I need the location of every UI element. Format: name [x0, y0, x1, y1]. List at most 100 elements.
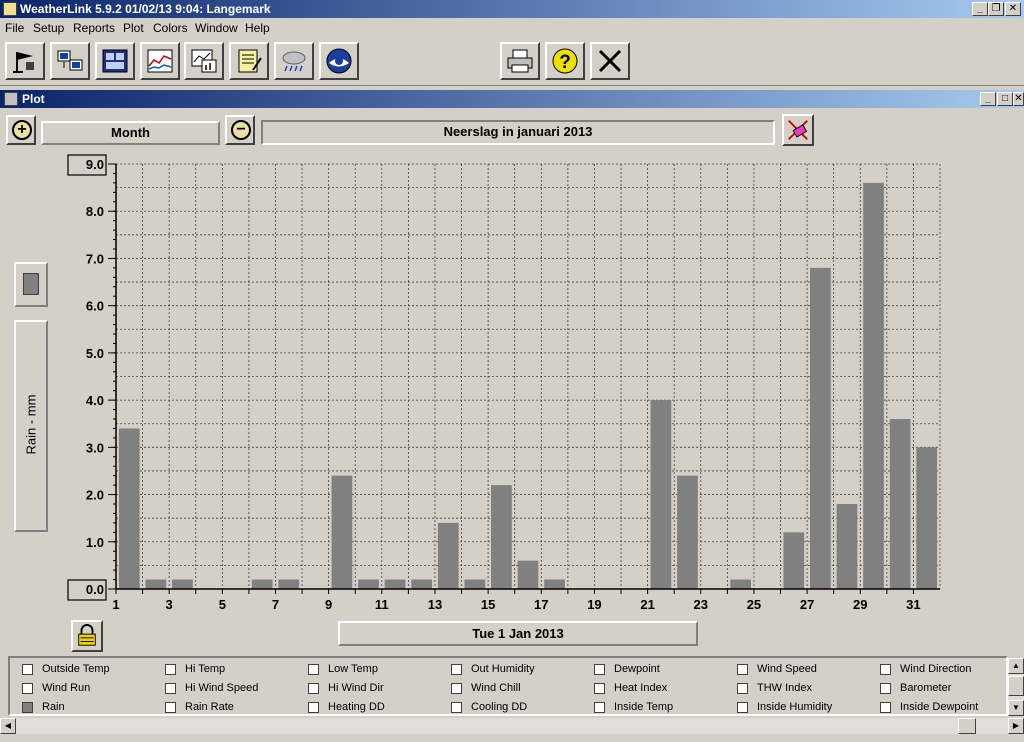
rain-bar-day-15 — [491, 485, 512, 589]
zoom-in-button[interactable]: + — [6, 115, 36, 145]
menu-help[interactable]: Help — [245, 21, 270, 35]
station-button[interactable] — [5, 42, 45, 80]
minimize-icon[interactable]: _ — [972, 2, 988, 16]
plot-maximize-icon[interactable]: □ — [997, 92, 1013, 106]
svg-text:?: ? — [559, 52, 571, 73]
series-checkbox-label: Cooling DD — [471, 701, 528, 713]
series-checkbox[interactable] — [165, 702, 176, 713]
notes-button[interactable] — [229, 42, 269, 80]
eraser-button[interactable] — [782, 114, 814, 146]
plot-minimize-icon[interactable]: _ — [980, 92, 996, 106]
scroll-h-thumb[interactable] — [958, 718, 976, 734]
close-icon — [598, 49, 622, 73]
station-icon — [13, 52, 34, 73]
x-tick-label: 27 — [800, 597, 814, 612]
y-tick-label: 4.0 — [86, 393, 104, 408]
rain-bar-day-26 — [783, 532, 805, 589]
menu-file[interactable]: File — [5, 21, 24, 35]
plot-title[interactable]: Neerslag in januari 2013 — [261, 120, 775, 145]
weather-icon — [282, 51, 306, 72]
zoom-out-icon: − — [231, 120, 251, 140]
menu-colors[interactable]: Colors — [153, 21, 188, 35]
bulletin-button[interactable] — [95, 42, 135, 80]
series-checkbox-label: Heat Index — [614, 682, 668, 694]
series-checkbox[interactable] — [451, 664, 462, 675]
horizontal-scrollbar[interactable]: ◀ ▶ — [0, 718, 1024, 734]
rain-bar-day-10 — [358, 579, 379, 589]
series-checkbox-label: Wind Chill — [471, 682, 521, 694]
series-checkbox[interactable] — [308, 664, 319, 675]
close-window-icon[interactable]: ✕ — [1005, 2, 1021, 16]
x-tick-label: 21 — [640, 597, 654, 612]
series-checkbox[interactable] — [308, 702, 319, 713]
menu-window[interactable]: Window — [195, 21, 238, 35]
strip-chart-button[interactable] — [140, 42, 180, 80]
series-checkbox-label: Inside Dewpoint — [900, 701, 979, 713]
lock-icon — [78, 624, 96, 646]
series-checkbox[interactable] — [880, 683, 891, 694]
series-checkbox[interactable] — [308, 683, 319, 694]
series-checkbox-label: Hi Wind Speed — [185, 682, 259, 694]
series-checkbox[interactable] — [737, 702, 748, 713]
y-scale-button[interactable] — [14, 262, 48, 307]
scroll-down-icon[interactable]: ▼ — [1008, 700, 1024, 716]
y-axis-label-box[interactable]: Rain - mm — [14, 320, 48, 532]
series-checkbox-label: Outside Temp — [42, 663, 110, 675]
date-label[interactable]: Tue 1 Jan 2013 — [338, 621, 698, 646]
eraser-icon — [788, 120, 808, 140]
series-checkbox[interactable] — [451, 683, 462, 694]
scroll-right-icon[interactable]: ▶ — [1008, 718, 1024, 734]
series-checkbox[interactable] — [594, 683, 605, 694]
series-checkbox[interactable] — [165, 664, 176, 675]
app-title-bar: WeatherLink 5.9.2 01/02/13 9:04: Langema… — [0, 0, 1024, 18]
noaa-button[interactable] — [319, 42, 359, 80]
series-checkbox[interactable] — [880, 664, 891, 675]
series-checkbox[interactable] — [165, 683, 176, 694]
menu-bar: File Setup Reports Plot Colors Window He… — [0, 18, 1024, 38]
rain-bar-day-24 — [730, 579, 752, 589]
printer-icon — [507, 49, 533, 73]
series-checkbox[interactable] — [22, 702, 33, 713]
exit-button[interactable] — [590, 42, 630, 80]
rain-bar-day-22 — [677, 475, 698, 589]
bulletin-icon — [102, 49, 128, 73]
plot-close-icon[interactable]: ✕ — [1013, 92, 1024, 106]
plot-button[interactable] — [184, 42, 224, 80]
menu-setup[interactable]: Setup — [33, 21, 64, 35]
menu-plot[interactable]: Plot — [123, 21, 144, 35]
series-checkbox[interactable] — [22, 683, 33, 694]
series-checkbox[interactable] — [880, 702, 891, 713]
x-tick-label: 13 — [428, 597, 442, 612]
lock-button[interactable] — [71, 620, 103, 652]
plot-window-title: Plot — [22, 92, 45, 106]
toolbar: ? — [0, 38, 1024, 86]
strip-chart-icon — [147, 49, 173, 73]
print-button[interactable] — [500, 42, 540, 80]
scroll-left-icon[interactable]: ◀ — [0, 718, 16, 734]
x-tick-label: 9 — [325, 597, 332, 612]
x-tick-label: 23 — [694, 597, 708, 612]
menu-reports[interactable]: Reports — [73, 21, 115, 35]
weather-button[interactable] — [274, 42, 314, 80]
zoom-out-button[interactable]: − — [225, 115, 255, 145]
x-tick-label: 1 — [112, 597, 119, 612]
rain-bar-day-16 — [517, 560, 539, 589]
help-button[interactable]: ? — [545, 42, 585, 80]
download-button[interactable] — [50, 42, 90, 80]
series-checkbox[interactable] — [594, 702, 605, 713]
series-checkbox-label: Wind Run — [42, 682, 91, 694]
series-checkbox[interactable] — [594, 664, 605, 675]
series-checkbox-label: Rain — [42, 701, 65, 713]
scroll-up-icon[interactable]: ▲ — [1008, 658, 1024, 674]
period-selector[interactable]: Month — [41, 121, 220, 145]
legend-vertical-scrollbar[interactable]: ▲ ▼ — [1008, 658, 1024, 716]
rain-bar-day-29 — [863, 182, 884, 589]
series-checkbox[interactable] — [22, 664, 33, 675]
series-checkbox[interactable] — [737, 683, 748, 694]
series-checkbox[interactable] — [451, 702, 462, 713]
rain-bar-day-2 — [145, 579, 167, 589]
series-checkbox-panel: Outside Temp Hi Temp Low Temp Out Humidity D… — [8, 656, 1008, 716]
scroll-thumb[interactable] — [1008, 676, 1024, 696]
restore-icon[interactable]: ❐ — [988, 2, 1004, 16]
series-checkbox[interactable] — [737, 664, 748, 675]
